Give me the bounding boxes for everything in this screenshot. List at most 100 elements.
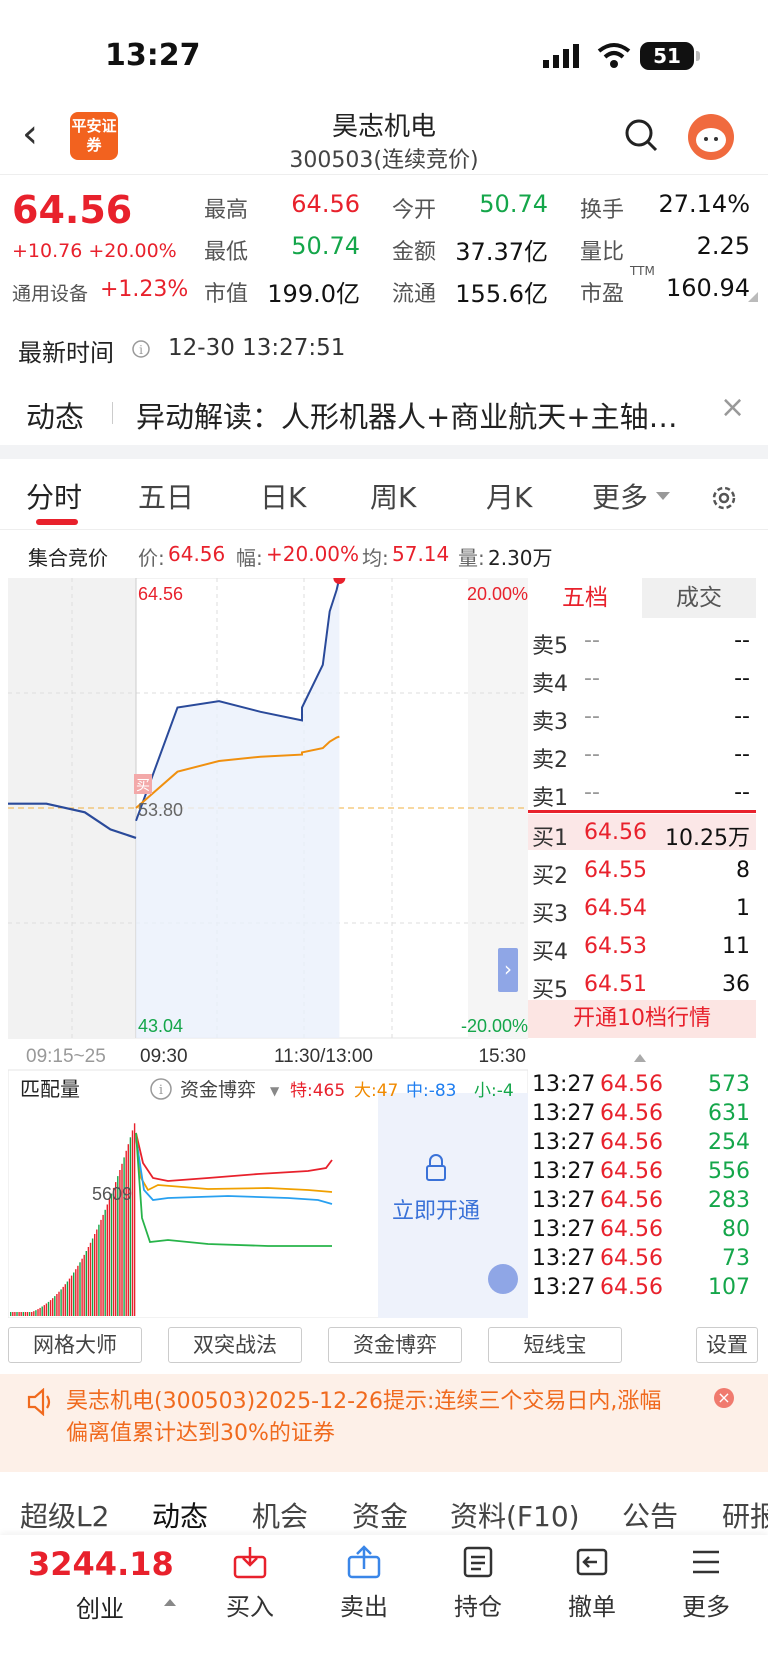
- avatar[interactable]: [688, 114, 734, 160]
- tab-five-day[interactable]: 五日: [138, 476, 194, 516]
- bid-row[interactable]: 买4 64.53 11: [528, 928, 756, 965]
- trade-tick: 13:27 64.56 631: [528, 1101, 756, 1130]
- volume-bar: [14, 1312, 16, 1316]
- ask-row[interactable]: 卖2 -- --: [528, 736, 756, 773]
- search-icon[interactable]: [624, 118, 658, 152]
- sector-name[interactable]: 通用设备: [12, 279, 88, 306]
- short-line-button[interactable]: 短线宝: [488, 1327, 622, 1363]
- trade-tick: 13:27 64.56 283: [528, 1188, 756, 1217]
- bid-row[interactable]: 买1 64.56 10.25万: [528, 814, 756, 851]
- sector-change[interactable]: +1.23%: [100, 277, 188, 302]
- sell-button[interactable]: 卖出: [324, 1545, 404, 1622]
- intraday-chart[interactable]: 64.56 20.00% 43.04 -20.00% 53.80 买 › 09:…: [8, 578, 528, 1318]
- ask-row[interactable]: 卖5 -- --: [528, 622, 756, 659]
- sub-tool-select[interactable]: 资金博弈: [180, 1079, 256, 1101]
- news-text[interactable]: 异动解读：人形机器人+商业航天+主轴…: [136, 394, 706, 436]
- value-turnover: 27.14%: [658, 190, 750, 218]
- info-icon[interactable]: i: [132, 340, 150, 358]
- ask-row[interactable]: 卖1 -- --: [528, 774, 756, 811]
- double-break-button[interactable]: 双突战法: [168, 1327, 302, 1363]
- positions-button[interactable]: 持仓: [438, 1545, 518, 1622]
- risk-notice[interactable]: 昊志机电(300503)2025-12-26提示:连续三个交易日内,涨幅偏离值累…: [0, 1374, 768, 1472]
- tab-daily-k[interactable]: 日K: [260, 476, 306, 516]
- volume-bar: [87, 1247, 90, 1316]
- ask-row[interactable]: 卖3 -- --: [528, 698, 756, 735]
- level-price: 64.56: [584, 820, 647, 845]
- volume-bar: [22, 1312, 24, 1316]
- time-label-preopen: 09:15~25: [26, 1046, 106, 1067]
- tab-trades[interactable]: 成交: [642, 578, 756, 618]
- index-name[interactable]: 创业: [76, 1589, 124, 1624]
- sub-chart-label: 匹配量: [20, 1077, 80, 1101]
- auction-amp: +20.00%: [266, 542, 360, 566]
- cancel-order-button[interactable]: 撤单: [552, 1545, 632, 1622]
- tick-time: 13:27: [532, 1072, 596, 1097]
- trade-tick: 13:27 64.56 556: [528, 1159, 756, 1188]
- tab-f10[interactable]: 资料(F10): [450, 1495, 580, 1535]
- tick-price: 64.56: [600, 1072, 663, 1097]
- level-volume: --: [734, 666, 750, 691]
- volume-bar: [96, 1229, 98, 1316]
- unlock-button[interactable]: 立即开通: [392, 1199, 480, 1224]
- back-icon[interactable]: ‹: [22, 114, 38, 154]
- time-label-close: 15:30: [478, 1046, 526, 1067]
- fund-game-button[interactable]: 资金博弈: [328, 1327, 462, 1363]
- more-button[interactable]: 更多: [666, 1545, 746, 1622]
- level-volume: --: [734, 628, 750, 653]
- tick-time: 13:27: [532, 1130, 596, 1155]
- notice-close-icon[interactable]: ×: [714, 1388, 734, 1408]
- tab-research[interactable]: 研报: [722, 1495, 768, 1535]
- index-value[interactable]: 3244.18: [28, 1545, 174, 1583]
- tick-volume: 107: [708, 1275, 750, 1300]
- tab-opportunity[interactable]: 机会: [252, 1495, 308, 1535]
- news-bar[interactable]: 动态 异动解读：人形机器人+商业航天+主轴… ×: [0, 380, 768, 442]
- tab-announcement[interactable]: 公告: [622, 1495, 678, 1535]
- ask-row[interactable]: 卖4 -- --: [528, 660, 756, 697]
- level-label: 买1: [532, 826, 568, 851]
- level-price: 64.54: [584, 896, 647, 921]
- bid-row[interactable]: 买5 64.51 36: [528, 966, 756, 1003]
- value-open: 50.74: [479, 190, 548, 218]
- settings-gear-icon[interactable]: [708, 482, 740, 514]
- bid-row[interactable]: 买3 64.54 1: [528, 890, 756, 927]
- volume-bar: [75, 1269, 77, 1316]
- auction-vol: 2.30万: [488, 546, 553, 570]
- volume-bar: [106, 1204, 108, 1316]
- sub-tool-dropdown-icon[interactable]: ▼: [270, 1084, 280, 1098]
- volume-bar: [18, 1312, 20, 1316]
- book-divider: [528, 810, 756, 813]
- tab-monthly-k[interactable]: 月K: [486, 476, 532, 516]
- bid-row[interactable]: 买2 64.55 8: [528, 852, 756, 889]
- close-icon[interactable]: ×: [720, 390, 745, 425]
- tab-capital[interactable]: 资金: [352, 1495, 408, 1535]
- label-amount: 金额: [392, 240, 437, 265]
- more-dropdown-icon[interactable]: [656, 492, 670, 500]
- tab-weekly-k[interactable]: 周K: [370, 476, 416, 516]
- tab-intraday[interactable]: 分时: [26, 476, 82, 516]
- tick-price: 64.56: [600, 1246, 663, 1271]
- value-amount: 37.37亿: [455, 238, 548, 266]
- expand-corner-icon[interactable]: [748, 292, 758, 302]
- flow-medium: 中:-83: [406, 1081, 457, 1101]
- tab-super-l2[interactable]: 超级L2: [20, 1495, 109, 1535]
- sub-info-glyph: i: [159, 1083, 163, 1098]
- tick-time: 13:27: [532, 1246, 596, 1271]
- settings-button[interactable]: 设置: [696, 1327, 758, 1363]
- tab-news[interactable]: 动态: [152, 1495, 208, 1535]
- more-label: 更多: [682, 1593, 730, 1621]
- pe-ttm-sup: TTM: [630, 264, 655, 278]
- tick-volume: 254: [708, 1130, 750, 1155]
- grid-master-button[interactable]: 网格大师: [8, 1327, 142, 1363]
- upgrade-level10-button[interactable]: 开通10档行情: [528, 1000, 756, 1038]
- index-switch-icon[interactable]: [164, 1599, 176, 1606]
- buy-button[interactable]: 买入: [210, 1545, 290, 1622]
- scroll-up-icon[interactable]: [634, 1054, 646, 1062]
- tab-five-level[interactable]: 五档: [528, 578, 642, 618]
- fullscreen-icon[interactable]: [488, 1264, 518, 1294]
- level-price: --: [584, 742, 600, 767]
- section-divider: [0, 445, 768, 459]
- last-price: 64.56: [12, 188, 133, 232]
- volume-bar: [131, 1130, 134, 1316]
- auction-avg: 57.14: [392, 542, 450, 566]
- tab-more[interactable]: 更多: [592, 476, 648, 516]
